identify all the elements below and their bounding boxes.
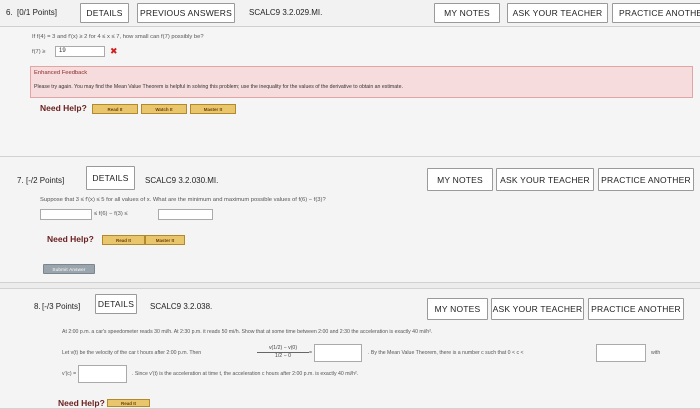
question-8-prompt: At 2:00 p.m. a car's speedometer reads 3…: [62, 329, 433, 335]
watch-it-button[interactable]: Watch It: [141, 104, 187, 114]
need-help-label: Need Help?: [47, 234, 94, 244]
ask-teacher-button[interactable]: ASK YOUR TEACHER: [507, 3, 608, 23]
details-button[interactable]: DETAILS: [86, 166, 135, 190]
practice-another-button[interactable]: PRACTICE ANOTHER: [588, 298, 684, 320]
question-code: SCALC9 3.2.038.: [150, 302, 213, 311]
question-code: SCALC9 3.2.029.MI.: [249, 8, 323, 17]
acceleration-label: v'(c) =: [62, 371, 77, 377]
acceleration-input[interactable]: [78, 365, 127, 383]
practice-another-button[interactable]: PRACTICE ANOTHER: [598, 168, 694, 191]
submit-answer-button[interactable]: Submit Answer: [43, 264, 95, 274]
my-notes-button[interactable]: MY NOTES: [434, 3, 500, 23]
master-it-button[interactable]: Master It: [190, 104, 236, 114]
question-7-prompt: Suppose that 3 ≤ f'(x) ≤ 5 for all value…: [40, 197, 326, 203]
read-it-button[interactable]: Read It: [102, 235, 145, 245]
enhanced-feedback-box: [30, 66, 693, 98]
question-6-number: 6.: [6, 8, 13, 17]
mvt-line-text-a: Let v(t) be the velocity of the car t ho…: [62, 350, 202, 356]
maximum-input[interactable]: [158, 209, 213, 220]
answer-prefix: f(7) ≥: [32, 49, 46, 55]
average-rate-input[interactable]: [314, 344, 362, 362]
read-it-button[interactable]: Read It: [92, 104, 138, 114]
mvt-line-text-c: with: [651, 350, 661, 356]
answer-input[interactable]: 19: [55, 46, 105, 57]
acceleration-text: . Since v'(t) is the acceleration at tim…: [132, 371, 359, 377]
question-7-points: [-/2 Points]: [26, 176, 65, 185]
ask-teacher-button[interactable]: ASK YOUR TEACHER: [491, 298, 584, 320]
minimum-input[interactable]: [40, 209, 92, 220]
read-it-button[interactable]: Read It: [107, 399, 150, 407]
my-notes-button[interactable]: MY NOTES: [427, 298, 488, 320]
question-6-prompt: If f(4) = 3 and f'(x) ≥ 2 for 4 ≤ x ≤ 7,…: [32, 34, 204, 40]
question-7-number: 7.: [17, 176, 24, 185]
details-button[interactable]: DETAILS: [80, 3, 129, 23]
equals-sign: =: [309, 350, 313, 356]
ask-teacher-button[interactable]: ASK YOUR TEACHER: [496, 168, 594, 191]
feedback-text: Please try again. You may find the Mean …: [34, 84, 403, 90]
details-button[interactable]: DETAILS: [95, 294, 137, 314]
fraction-denominator: 1/2 − 0: [274, 353, 291, 359]
c-upper-bound-input[interactable]: [596, 344, 646, 362]
question-code: SCALC9 3.2.030.MI.: [145, 176, 219, 185]
master-it-button[interactable]: Master It: [145, 235, 185, 245]
question-8-number: 8.: [34, 302, 41, 311]
fraction-numerator: v(1/2) − v(0): [268, 345, 298, 351]
question-6-points: [0/1 Points]: [17, 8, 58, 17]
previous-answers-button[interactable]: PREVIOUS ANSWERS: [137, 3, 235, 23]
need-help-label: Need Help?: [40, 103, 87, 113]
practice-another-button[interactable]: PRACTICE ANOTHER: [612, 3, 700, 23]
incorrect-icon: ✖: [110, 46, 118, 56]
mvt-line-text-b: . By the Mean Value Theorem, there is a …: [368, 350, 524, 356]
answer-value: 19: [59, 48, 66, 54]
inequality-text: ≤ f(6) − f(3) ≤: [94, 211, 128, 217]
feedback-title: Enhanced Feedback: [34, 70, 88, 76]
question-8-points: [-/3 Points]: [42, 302, 81, 311]
my-notes-button[interactable]: MY NOTES: [427, 168, 493, 191]
